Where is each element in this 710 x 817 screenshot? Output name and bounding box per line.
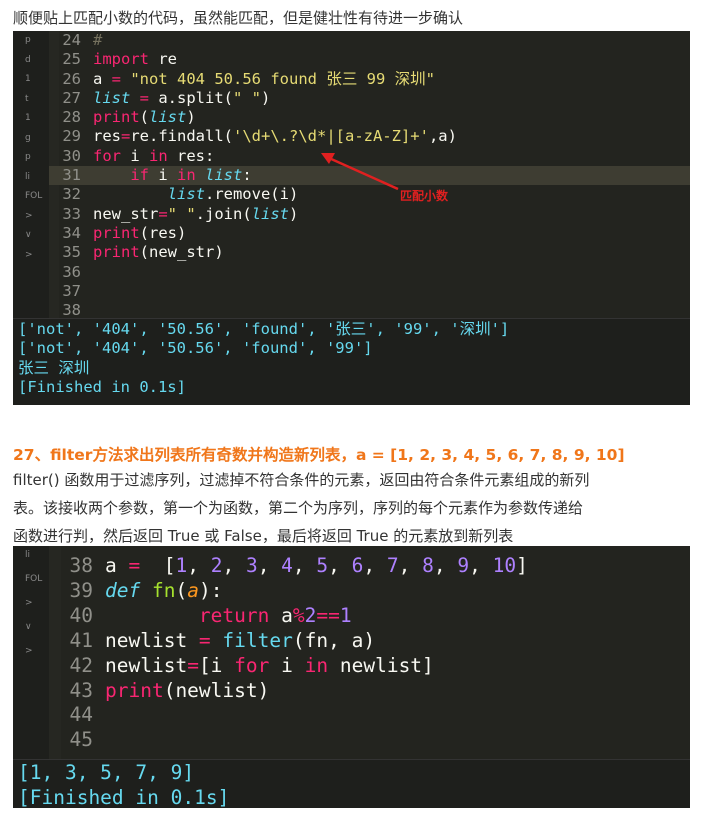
code-token: a [187, 578, 199, 602]
build-output: ['not', '404', '50.56', 'found', '张三', '… [13, 318, 690, 405]
output-line: [Finished in 0.1s] [18, 377, 186, 396]
code-token: 6 [351, 554, 364, 577]
code-token: 7 [386, 554, 399, 577]
code-token: , [433, 554, 458, 577]
line-number: 40 [69, 603, 93, 627]
code-line[interactable]: 41 newlist = filter(fn, a) [61, 629, 690, 654]
code-token: 10 [492, 554, 517, 577]
code-token: = [128, 554, 141, 577]
code-token: 4 [281, 554, 293, 577]
line-number: 45 [69, 728, 93, 752]
code-token: filter [222, 628, 293, 652]
intro-text: 顺便贴上匹配小数的代码，虽然能匹配，但是健壮性有待进一步确认 [13, 9, 464, 27]
code-token: return [198, 603, 270, 627]
description-line: 表。该接收两个参数，第一个为函数，第二个为序列，序列的每个元素作为参数传递给 [13, 499, 584, 517]
code-token: print [105, 678, 164, 702]
code-token: 1 [175, 554, 188, 577]
code-token: (newlist) [163, 678, 270, 702]
code-token: 2 [210, 554, 223, 577]
code-token: fn [151, 578, 176, 602]
code-token: , [398, 554, 423, 577]
code-token: 3 [245, 554, 258, 577]
code-token: 1 [339, 603, 352, 627]
line-number: 39 [69, 578, 93, 602]
code-line[interactable]: 40 return a%2==1 [61, 604, 690, 629]
output-line: ['not', '404', '50.56', 'found', '99'] [18, 339, 373, 358]
code-token: [i [198, 653, 235, 677]
sidebar-item[interactable]: > [25, 598, 33, 608]
line-number: 41 [69, 628, 93, 652]
sidebar: li FOL > ∨ > [13, 546, 49, 759]
code-token: a [269, 603, 293, 627]
description: filter() 函数用于过滤序列，过滤掉不符合条件的元素，返回由符合条件元素组… [13, 466, 589, 550]
code-token: [ [140, 554, 176, 577]
code-token: in [304, 653, 329, 677]
sidebar-item[interactable]: ∨ [25, 622, 32, 632]
description-line: filter() 函数用于过滤序列，过滤掉不符合条件的元素，返回由符合条件元素组… [13, 471, 590, 489]
code-token: newlist [105, 653, 188, 677]
build-output: [1, 3, 5, 7, 9] [Finished in 0.1s] [13, 759, 690, 808]
annotation-label: 匹配小数 [400, 189, 449, 203]
code-token: , [257, 554, 282, 577]
annotation-arrow [321, 153, 399, 191]
code-token: , [363, 554, 387, 577]
section-heading: 27、filter方法求出列表所有奇数并构造新列表，a = [1, 2, 3, … [13, 446, 625, 464]
code-token: = [198, 628, 211, 652]
code-token: 5 [316, 554, 329, 577]
code-token: 8 [422, 554, 434, 577]
code-line[interactable]: 39 def fn(a): [61, 579, 690, 604]
code-token: 2 [304, 603, 317, 627]
code-line[interactable]: 45 [61, 728, 690, 753]
code-token: , [292, 554, 317, 577]
output-line: ['not', '404', '50.56', 'found', '张三', '… [18, 320, 510, 338]
editor-screenshot-1: p d 1 t 1 g p li FOL > ∨ > 24 #25 import re 26 a = "not… [13, 31, 690, 405]
code-token: newlist [105, 628, 199, 652]
code-line[interactable]: 42 newlist=[i for i in newlist] [61, 654, 690, 679]
editor-screenshot-2: li FOL > ∨ > 38 a = [1, 2, 3, 4, 5, 6, 7, 8, … [13, 546, 690, 808]
output-line: [1, 3, 5, 7, 9] [18, 761, 195, 784]
sidebar-item[interactable]: FOL [25, 574, 42, 584]
sidebar-item[interactable]: li [25, 550, 30, 560]
output-line: [Finished in 0.1s] [18, 786, 230, 808]
line-number: 38 [69, 554, 93, 577]
code-line[interactable]: 43 print(newlist) [61, 679, 690, 704]
code-token: == [316, 603, 340, 627]
code-line[interactable]: 38 a = [1, 2, 3, 4, 5, 6, 7, 8, 9, 10] [61, 554, 690, 579]
code-token: i [269, 653, 305, 677]
sidebar-item[interactable]: > [25, 646, 33, 656]
code-token: ] [516, 554, 528, 577]
code-token: , [328, 554, 352, 577]
line-number: 43 [69, 678, 93, 702]
output-line: 张三 深圳 [18, 358, 90, 377]
code-editor[interactable]: 38 a = [1, 2, 3, 4, 5, 6, 7, 8, 9, 10] 39 d… [61, 554, 690, 753]
line-number: 44 [69, 703, 93, 727]
code-token: ( [175, 578, 188, 602]
code-token: a [105, 554, 129, 577]
code-token: 9 [457, 554, 470, 577]
code-line[interactable]: 44 [61, 703, 690, 728]
code-token: % [292, 603, 305, 627]
line-number: 42 [69, 653, 93, 677]
code-token: newlist] [328, 653, 434, 677]
code-token: for [234, 653, 270, 677]
code-token: , [222, 554, 246, 577]
code-token: , [469, 554, 493, 577]
code-token: def [105, 578, 141, 602]
code-token: , [187, 554, 211, 577]
code-token: ): [198, 578, 223, 602]
arrow-line [328, 156, 399, 191]
code-token: = [187, 653, 199, 677]
code-token: (fn, a) [292, 628, 376, 652]
